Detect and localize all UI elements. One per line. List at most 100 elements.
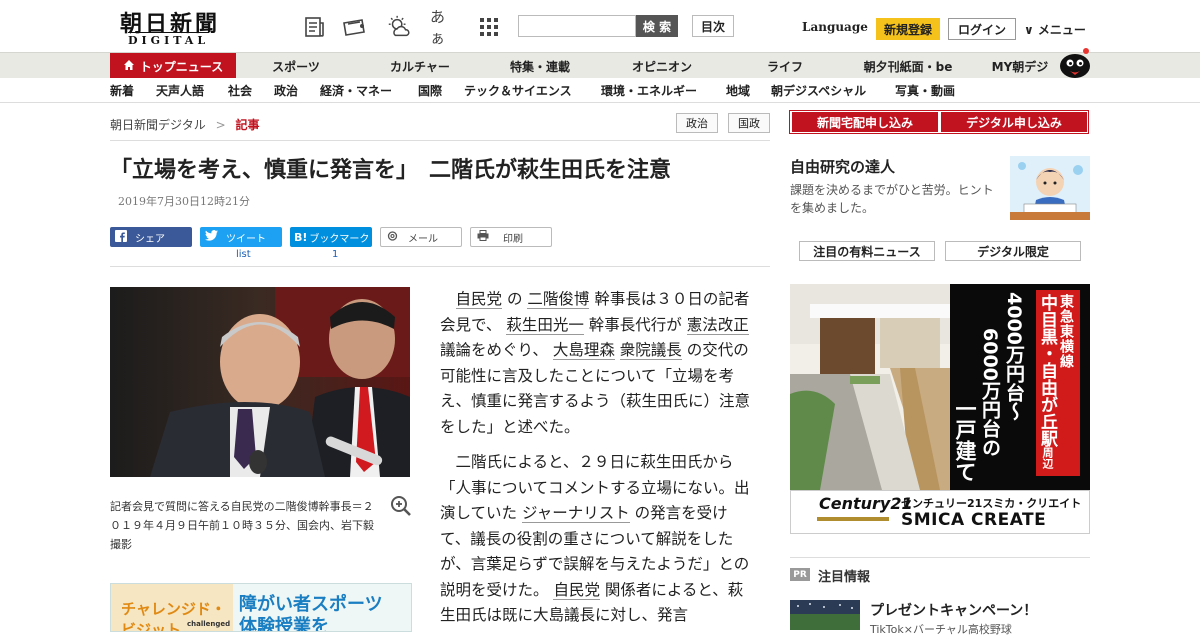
language-link[interactable]: Language: [802, 20, 868, 34]
feature-title[interactable]: 自由研究の達人: [790, 156, 895, 177]
text-span: の: [502, 290, 528, 308]
nav-item-culture[interactable]: カルチャー: [360, 53, 480, 79]
tweet-count-link[interactable]: list: [236, 249, 251, 260]
promo-badge: challenged: [187, 620, 231, 628]
font-size-icon[interactable]: あぁ: [430, 8, 456, 47]
mail-label: メール: [408, 233, 438, 245]
divider: [110, 140, 770, 141]
subnav-environment[interactable]: 環境・エネルギー: [601, 78, 697, 102]
hatena-icon: B!: [294, 230, 308, 244]
print-label: 印刷: [503, 233, 523, 245]
primary-nav: トップニュース スポーツ カルチャー 特集・連載 オピニオン ライフ 朝夕刊紙面…: [0, 48, 1200, 79]
promo-line1: チャレンジド・: [121, 600, 226, 618]
subnav-tech[interactable]: テック＆サイエンス: [464, 78, 572, 102]
subnav-photo[interactable]: 写真・動画: [895, 78, 955, 102]
nav-item-sports[interactable]: スポーツ: [246, 53, 346, 79]
weather-icon[interactable]: [386, 14, 412, 40]
newspaper-delivery-button[interactable]: 新聞宅配申し込み: [792, 112, 938, 132]
nav-item-opinion[interactable]: オピニオン: [612, 53, 712, 79]
login-button[interactable]: ログイン: [948, 18, 1016, 40]
subnav-local[interactable]: 地域: [726, 78, 750, 102]
ad-property-type: 一戸建て: [953, 398, 977, 482]
facebook-icon: [115, 229, 127, 245]
ad-station: 中目黒・自由が丘駅: [1037, 294, 1057, 447]
ad-price-2: 6000万円台の: [979, 328, 1001, 457]
subnav-tensei[interactable]: 天声人語: [156, 78, 204, 102]
keyword-link[interactable]: 大島理森: [552, 341, 615, 360]
nav-item-label: トップニュース: [139, 59, 224, 74]
keyword-link[interactable]: 衆院議長: [619, 341, 682, 360]
twitter-icon: [205, 230, 218, 244]
keyword-link[interactable]: 二階俊博: [527, 290, 590, 309]
apps-grid-icon[interactable]: [476, 14, 502, 40]
share-label: シェア: [135, 233, 165, 245]
pr-thumbnail[interactable]: [790, 600, 860, 630]
subnav-economy[interactable]: 経済・マネー: [320, 78, 392, 102]
ad-brand-name: センチュリー21スミカ・クリエイト: [901, 497, 1082, 510]
site-logo-sub[interactable]: DIGITAL: [128, 32, 210, 47]
breadcrumb-separator: >: [215, 118, 226, 132]
divider: [790, 557, 1090, 558]
pr-headline[interactable]: プレゼントキャンペーン！: [870, 600, 1037, 620]
keyword-link[interactable]: 自民党: [553, 580, 600, 600]
pr-badge: PR: [790, 568, 810, 581]
twitter-tweet-button[interactable]: ツイート: [200, 227, 282, 247]
subnav-latest[interactable]: 新着: [110, 78, 134, 102]
keyword-link[interactable]: ジャーナリスト: [521, 504, 630, 523]
mascot-icon: [1058, 45, 1092, 79]
ad-line-b: 中目黒・自由が丘駅周辺: [1037, 294, 1060, 474]
breadcrumb-home[interactable]: 朝日新聞デジタル: [110, 118, 206, 132]
tag-politics[interactable]: 政治: [676, 113, 718, 133]
logo-underline: [817, 517, 889, 521]
pr-section-title: 注目情報: [818, 570, 871, 585]
tag-national[interactable]: 国政: [728, 113, 770, 133]
subnav-special[interactable]: 朝デジスペシャル: [771, 78, 866, 102]
ad-line-a: 東急東横線: [1058, 294, 1074, 369]
subnav-society[interactable]: 社会: [228, 78, 252, 102]
coupon-icon[interactable]: [342, 14, 368, 40]
keyword-link[interactable]: 萩生田光一: [506, 315, 584, 335]
article-paragraph: 自民党 の 二階俊博 幹事長は３０日の記者会見で、 萩生田光一 幹事長代行が 憲…: [440, 287, 750, 440]
text-span: 議論をめぐり、: [440, 341, 553, 359]
ad-station-suffix: 周辺: [1041, 447, 1054, 469]
signup-button[interactable]: 新規登録: [876, 18, 940, 40]
ad-brand-bar[interactable]: Century21 センチュリー21スミカ・クリエイト SMICA CREATE: [790, 490, 1090, 534]
toc-button[interactable]: 目次: [692, 15, 734, 37]
search-input[interactable]: [518, 15, 636, 37]
tab-digital-only[interactable]: デジタル限定: [945, 241, 1081, 261]
zoom-icon[interactable]: [390, 495, 412, 521]
bookmark-count[interactable]: 1: [332, 249, 338, 260]
breadcrumb-current: 記事: [235, 118, 260, 132]
ad-brand-en: SMICA CREATE: [901, 510, 1047, 530]
digital-subscribe-button[interactable]: デジタル申し込み: [941, 112, 1087, 132]
menu-button[interactable]: ∨ メニュー: [1024, 21, 1086, 38]
tab-premium-news[interactable]: 注目の有料ニュース: [799, 241, 935, 261]
challenged-visit-banner[interactable]: チャレンジド・ ビジット challenged 障がい者スポーツ 体験授業を: [110, 583, 412, 632]
nav-item-my-asahi[interactable]: MY朝デジ: [978, 53, 1062, 79]
pr-subtitle: TikTok×バーチャル高校野球: [870, 623, 1012, 636]
text-span: 幹事長代行が: [583, 315, 687, 334]
bookmark-label: ブックマーク: [309, 233, 370, 245]
article-photo[interactable]: [110, 287, 410, 477]
nav-item-top-news[interactable]: トップニュース: [110, 53, 236, 79]
search-button[interactable]: 検 索: [636, 15, 678, 37]
keyword-link[interactable]: 憲法改正: [686, 315, 749, 335]
subnav-politics[interactable]: 政治: [274, 78, 298, 102]
article-date: 2019年7月30日12時21分: [118, 195, 250, 208]
mail-button[interactable]: メール: [380, 227, 462, 247]
hatena-bookmark-button[interactable]: B! ブックマーク: [290, 227, 372, 247]
site-header: 朝日新聞 DIGITAL あぁ 検 索 目次 Language 新規登録 ログイ…: [0, 0, 1200, 52]
subnav-international[interactable]: 国際: [418, 78, 442, 102]
facebook-share-button[interactable]: シェア: [110, 227, 192, 247]
newspaper-icon[interactable]: [302, 14, 328, 40]
mail-icon: [387, 230, 398, 244]
keyword-link[interactable]: 自民党: [455, 290, 503, 309]
nav-item-features[interactable]: 特集・連載: [490, 53, 590, 79]
feature-illustration[interactable]: [1010, 156, 1090, 220]
promo-head2: 体験授業を: [239, 616, 329, 632]
nav-item-paper[interactable]: 朝夕刊紙面・be: [850, 53, 966, 79]
print-icon: [477, 230, 489, 244]
tweet-label: ツイート: [226, 233, 266, 245]
print-button[interactable]: 印刷: [470, 227, 552, 247]
nav-item-life[interactable]: ライフ: [735, 53, 835, 79]
